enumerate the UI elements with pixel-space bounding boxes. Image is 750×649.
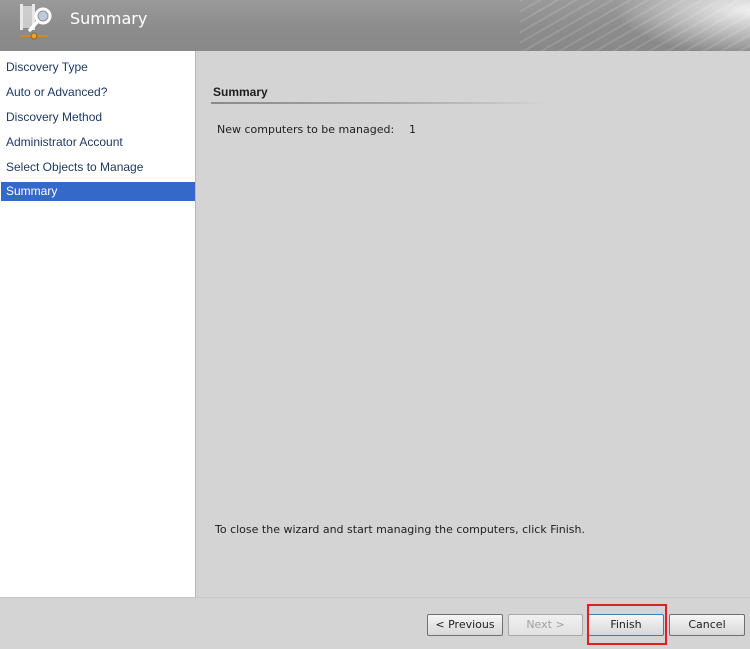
finish-instruction: To close the wizard and start managing t… (215, 523, 586, 536)
nav-item-discovery-type[interactable]: Discovery Type (1, 58, 195, 77)
nav-item-auto-or-advanced[interactable]: Auto or Advanced? (1, 83, 195, 102)
next-button[interactable]: Next > (508, 614, 583, 636)
nav-item-select-objects[interactable]: Select Objects to Manage (1, 158, 195, 177)
wizard-header: Summary (0, 0, 750, 51)
nav-item-administrator-account[interactable]: Administrator Account (1, 133, 195, 152)
header-decoration (520, 0, 750, 51)
finish-highlight-box (587, 604, 667, 645)
page-title: Summary (70, 9, 148, 28)
nav-item-discovery-method[interactable]: Discovery Method (1, 108, 195, 127)
previous-button[interactable]: < Previous (427, 614, 503, 636)
nav-item-summary[interactable]: Summary (1, 182, 195, 201)
wizard-magnifier-icon (20, 4, 52, 40)
summary-value: 1 (409, 123, 416, 136)
summary-label: New computers to be managed: (217, 123, 395, 136)
section-divider (211, 102, 549, 104)
main-panel: Summary New computers to be managed: 1 T… (197, 51, 750, 597)
cancel-button[interactable]: Cancel (669, 614, 745, 636)
wizard-steps-nav: Discovery Type Auto or Advanced? Discove… (0, 51, 196, 597)
section-title: Summary (213, 85, 268, 99)
